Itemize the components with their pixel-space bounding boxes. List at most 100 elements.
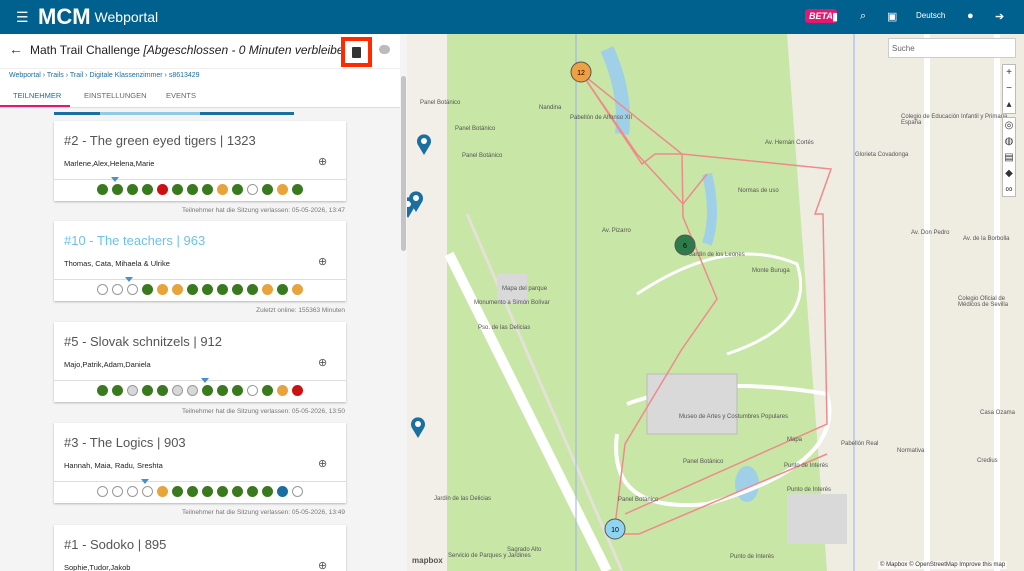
team-title[interactable]: #1 - Sodoko | 895 (64, 537, 166, 552)
station-dot[interactable] (277, 184, 288, 195)
zoom-icon[interactable]: ⊕ (318, 356, 327, 369)
tab-participants[interactable]: TEILNEHMER (13, 91, 61, 100)
station-dot[interactable] (97, 385, 108, 396)
station-dot[interactable] (127, 184, 138, 195)
zoom-out-button[interactable]: − (1006, 81, 1012, 97)
pdf-export-button[interactable] (341, 37, 372, 67)
station-dot[interactable] (202, 184, 213, 195)
scrollbar[interactable] (401, 76, 406, 251)
station-dot[interactable] (157, 284, 168, 295)
station-dot[interactable] (172, 184, 183, 195)
zoom-icon[interactable]: ⊕ (318, 155, 327, 168)
breadcrumb-item[interactable]: Webportal (9, 72, 41, 79)
zoom-icon[interactable]: ⊕ (318, 559, 327, 571)
app-logo[interactable]: MCM Webportal (38, 4, 158, 30)
station-dot[interactable] (292, 184, 303, 195)
station-dot[interactable] (187, 486, 198, 497)
station-dot[interactable] (202, 486, 213, 497)
station-dot[interactable] (127, 284, 138, 295)
zoom-in-button[interactable]: + (1006, 65, 1012, 81)
team-card[interactable]: #1 - Sodoko | 895 Sophie,Tudor,Jakob ⊕ (54, 525, 346, 571)
station-dot[interactable] (112, 486, 123, 497)
document-icon[interactable]: ▮ (832, 10, 838, 23)
team-title[interactable]: #10 - The teachers | 963 (64, 233, 205, 248)
station-dot[interactable] (247, 385, 258, 396)
station-dot[interactable] (202, 284, 213, 295)
station-dot[interactable] (187, 385, 198, 396)
team-card[interactable]: #3 - The Logics | 903 Hannah, Maia, Radu,… (54, 423, 346, 503)
logout-icon[interactable]: ➔ (995, 10, 1004, 23)
team-card[interactable]: #2 - The green eyed tigers | 1323 Marlene… (54, 121, 346, 201)
team-card[interactable]: #5 - Slovak schnitzels | 912 Majo,Patrik,… (54, 322, 346, 402)
station-dot[interactable] (97, 284, 108, 295)
chat-icon[interactable] (379, 45, 390, 54)
breadcrumb-item[interactable]: Digitale Klassenzimmer (89, 72, 162, 79)
map-search-input[interactable]: Suche (888, 38, 1016, 58)
team-card[interactable]: #10 - The teachers | 963 Thomas, Cata, Mi… (54, 221, 346, 301)
station-dot[interactable] (97, 184, 108, 195)
map-attribution[interactable]: © Mapbox © OpenStreetMap Improve this ma… (878, 561, 1008, 569)
station-dot[interactable] (292, 284, 303, 295)
station-dot[interactable] (187, 284, 198, 295)
station-dot[interactable] (112, 184, 123, 195)
station-dot[interactable] (292, 385, 303, 396)
station-dot[interactable] (262, 184, 273, 195)
station-dot[interactable] (157, 486, 168, 497)
station-dot[interactable] (127, 486, 138, 497)
zoom-icon[interactable]: ⊕ (318, 457, 327, 470)
station-dot[interactable] (232, 184, 243, 195)
station-dot[interactable] (172, 486, 183, 497)
station-dot[interactable] (217, 486, 228, 497)
station-dot[interactable] (292, 486, 303, 497)
team-title[interactable]: #2 - The green eyed tigers | 1323 (64, 133, 256, 148)
station-dot[interactable] (262, 486, 273, 497)
station-dot[interactable] (172, 284, 183, 295)
station-dot[interactable] (262, 385, 273, 396)
station-dot[interactable] (277, 486, 288, 497)
station-dot[interactable] (232, 385, 243, 396)
breadcrumb-item[interactable]: Trails (47, 72, 64, 79)
station-dot[interactable] (172, 385, 183, 396)
station-dot[interactable] (262, 284, 273, 295)
station-dot[interactable] (112, 284, 123, 295)
station-dot[interactable] (217, 284, 228, 295)
station-dot[interactable] (277, 284, 288, 295)
station-dot[interactable] (142, 385, 153, 396)
user-icon[interactable]: ● (967, 10, 974, 22)
compass-button[interactable]: ▴ (1006, 97, 1011, 113)
tab-settings[interactable]: EINSTELLUNGEN (84, 91, 147, 100)
locate-icon[interactable]: ◎ (1005, 118, 1014, 134)
breadcrumb-item[interactable]: Trail (70, 72, 83, 79)
station-dot[interactable] (247, 184, 258, 195)
language-selector[interactable]: Deutsch (916, 11, 945, 20)
station-dot[interactable] (142, 486, 153, 497)
globe-icon[interactable]: ◍ (1005, 134, 1014, 150)
station-dot[interactable] (187, 184, 198, 195)
station-dot[interactable] (97, 486, 108, 497)
station-dot[interactable] (247, 486, 258, 497)
link-icon[interactable]: ∞ (1005, 182, 1012, 198)
station-dot[interactable] (142, 284, 153, 295)
search-icon[interactable]: ⌕ (860, 10, 866, 23)
station-dot[interactable] (217, 385, 228, 396)
zoom-icon[interactable]: ⊕ (318, 255, 327, 268)
tab-events[interactable]: EVENTS (166, 91, 196, 100)
station-dot[interactable] (277, 385, 288, 396)
breadcrumb-item[interactable]: s8613429 (169, 72, 200, 79)
station-dot[interactable] (217, 184, 228, 195)
station-dot[interactable] (127, 385, 138, 396)
map-view[interactable]: 12 6 10 Panel Botánico Panel Botánico Panel … (407, 34, 1024, 571)
team-title[interactable]: #3 - The Logics | 903 (64, 435, 186, 450)
back-arrow-icon[interactable]: ← (9, 41, 23, 57)
menu-icon[interactable]: ☰ (16, 9, 29, 26)
station-dot[interactable] (202, 385, 213, 396)
station-dot[interactable] (142, 184, 153, 195)
team-title[interactable]: #5 - Slovak schnitzels | 912 (64, 334, 222, 349)
station-dot[interactable] (112, 385, 123, 396)
layers-icon[interactable]: ◆ (1005, 166, 1013, 182)
station-dot[interactable] (232, 486, 243, 497)
inbox-icon[interactable]: ▣ (887, 10, 897, 23)
station-dot[interactable] (247, 284, 258, 295)
station-dot[interactable] (157, 184, 168, 195)
building-icon[interactable]: ▤ (1004, 150, 1013, 166)
